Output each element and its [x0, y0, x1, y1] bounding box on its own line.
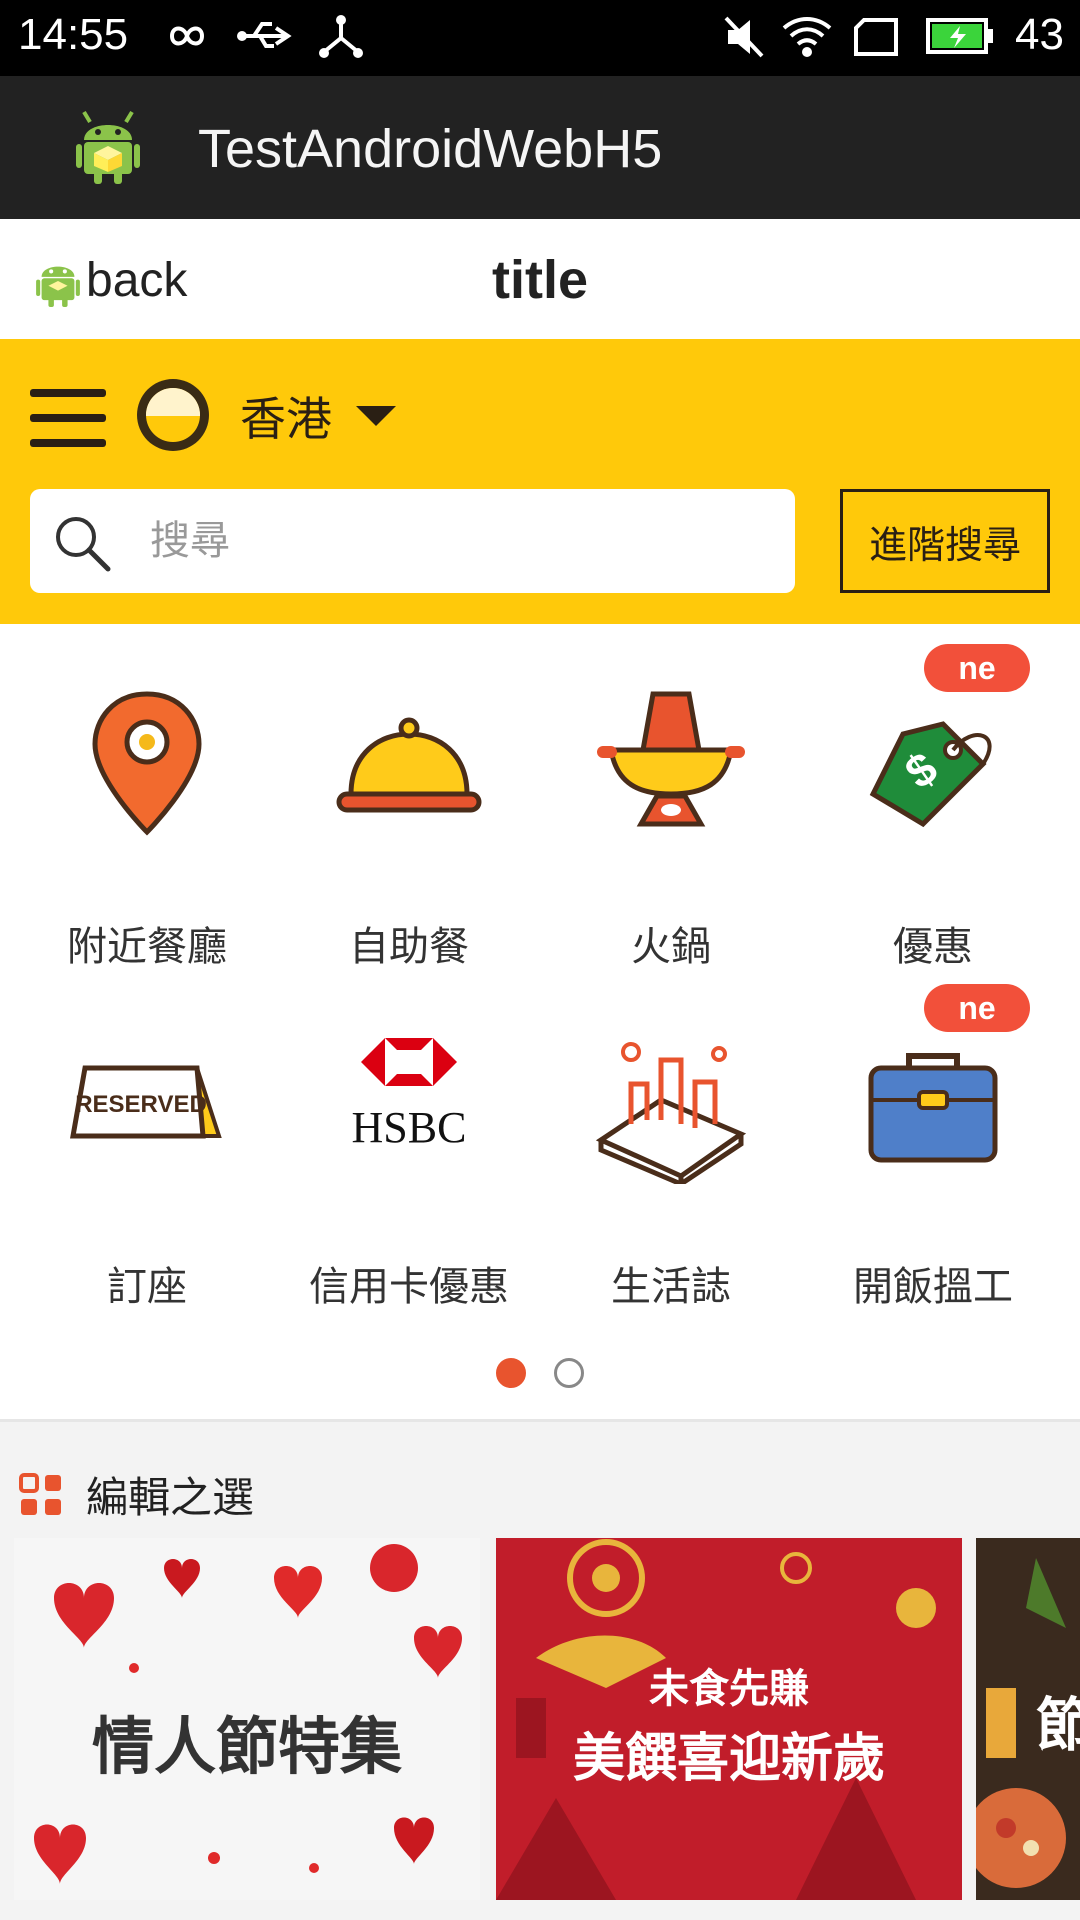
search-box[interactable] [30, 489, 795, 593]
new-badge: ne [924, 984, 1030, 1032]
category-hotpot[interactable]: 火鍋 [540, 644, 802, 970]
card-title: 節 [1036, 1691, 1080, 1759]
price-tag-icon: $ [869, 721, 992, 828]
infinity-icon [169, 26, 205, 46]
reserved-text: RESERVED [75, 1091, 207, 1118]
web-header: title back [0, 219, 1080, 339]
category-label: 自助餐 [349, 924, 469, 970]
food-cloche-icon [336, 717, 482, 813]
hotpot-icon [597, 691, 745, 827]
category-label: 附近餐廳 [67, 924, 227, 970]
category-jobs[interactable]: ne 開飯搵工 [802, 984, 1064, 1310]
grid-icon [19, 1472, 61, 1515]
advanced-search-button[interactable]: 進階搜尋 [840, 489, 1050, 593]
new-badge: ne [924, 644, 1030, 692]
city-magazine-icon [595, 1042, 747, 1184]
category-label: 信用卡優惠 [309, 1264, 509, 1310]
app-action-bar: TestAndroidWebH5 [0, 76, 1080, 219]
location-pin-icon [92, 691, 202, 836]
editor-picks-header: 編輯之選 [18, 1464, 254, 1525]
wifi-icon [782, 17, 832, 57]
category-label: 訂座 [107, 1264, 187, 1310]
region-label: 香港 [240, 392, 332, 446]
hsbc-text: HSBC [352, 1103, 467, 1152]
search-icon [56, 517, 111, 572]
page-indicator [0, 1358, 1080, 1388]
back-button[interactable]: back [36, 253, 187, 308]
editor-card-partial[interactable]: 節 [976, 1538, 1080, 1900]
category-lifestyle[interactable]: 生活誌 [540, 984, 802, 1310]
app-title: TestAndroidWebH5 [198, 119, 663, 179]
card-brand: 未食先賺 [649, 1666, 809, 1712]
sim-icon [854, 18, 898, 56]
card-title: 美饌喜迎新歲 [572, 1729, 885, 1789]
top-search-bar: 香港 進階搜尋 [0, 339, 1080, 624]
hsbc-logo-icon: HSBC [352, 1038, 467, 1152]
category-nearby[interactable]: 附近餐廳 [16, 644, 278, 970]
category-label: 開飯搵工 [853, 1264, 1013, 1310]
battery-level: 43 [1015, 10, 1064, 59]
card-title: 情人節特集 [91, 1710, 402, 1783]
category-label: 生活誌 [611, 1264, 731, 1310]
back-label: back [86, 254, 188, 307]
editor-card-newyear[interactable]: 未食先賺 美饌喜迎新歲 [496, 1538, 962, 1900]
caret-down-icon [356, 406, 396, 426]
mute-icon [724, 16, 764, 58]
page-dot-1[interactable] [496, 1358, 526, 1388]
category-offers[interactable]: $ ne 優惠 [802, 644, 1064, 970]
editor-card-valentine[interactable]: 情人節特集 [14, 1538, 480, 1900]
status-bar: 14:55 43 [0, 0, 1080, 76]
category-label: 優惠 [893, 924, 973, 970]
category-booking[interactable]: RESERVED 訂座 [16, 984, 278, 1310]
openrice-logo-icon [137, 379, 209, 451]
android-app-icon [76, 110, 140, 184]
category-label: 火鍋 [631, 924, 711, 970]
battery-charging-icon [926, 18, 993, 54]
category-credit-card[interactable]: HSBC 信用卡優惠 [278, 984, 540, 1310]
briefcase-icon [868, 1053, 998, 1163]
android-back-icon [36, 266, 80, 307]
usb-icon [237, 22, 292, 48]
debug-icon [319, 15, 363, 58]
status-time: 14:55 [18, 10, 129, 59]
editor-picks-section: 編輯之選 情人節特集 未食先賺 美饌喜迎新歲 節 [0, 1422, 1080, 1920]
page-dot-2[interactable] [554, 1358, 584, 1388]
hamburger-menu-icon[interactable] [30, 389, 106, 449]
search-input[interactable] [150, 511, 770, 571]
category-buffet[interactable]: 自助餐 [278, 644, 540, 970]
category-grid: 附近餐廳 自助餐 火鍋 $ ne 優惠 RESERVED 訂座 HSBC 信用卡… [0, 624, 1080, 1419]
editor-picks-title: 編輯之選 [86, 1473, 255, 1522]
region-selector[interactable]: 香港 [240, 383, 396, 449]
reserved-sign-icon: RESERVED [70, 1065, 222, 1139]
